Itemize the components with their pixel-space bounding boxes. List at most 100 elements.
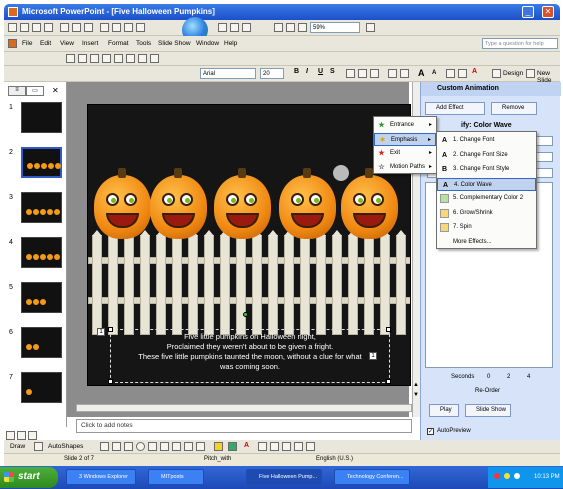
collapse-icon[interactable] <box>114 54 123 63</box>
save-icon[interactable] <box>32 23 41 32</box>
arrow-icon[interactable] <box>112 442 121 451</box>
horizontal-scrollbar[interactable] <box>76 404 412 412</box>
slide-show-button[interactable]: Slide Show <box>465 404 511 417</box>
print-preview-icon[interactable] <box>72 23 81 32</box>
clipart-icon[interactable] <box>184 442 193 451</box>
slide-sorter-icon[interactable] <box>17 431 26 440</box>
italic-button[interactable]: I <box>306 68 308 75</box>
remove-button[interactable]: Remove <box>491 102 537 115</box>
add-effect-button[interactable]: Add Effect <box>425 102 485 115</box>
tray-icon-2[interactable] <box>504 473 510 479</box>
line-icon[interactable] <box>100 442 109 451</box>
increase-font-icon[interactable]: A <box>418 68 425 78</box>
menu-slide-show[interactable]: Slide Show <box>158 40 191 47</box>
animation-tag-right[interactable]: 1 <box>369 352 377 360</box>
color-grayscale-icon[interactable] <box>298 23 307 32</box>
demote-icon[interactable] <box>78 54 87 63</box>
textbox-icon[interactable] <box>148 442 157 451</box>
taskbar-item-powerpoint[interactable]: Five Halloween Pump... <box>246 469 322 485</box>
align-center-icon[interactable] <box>358 69 367 78</box>
oval-icon[interactable] <box>136 442 145 451</box>
taskbar-item-explorer[interactable]: 3 Windows Explorer <box>66 469 136 485</box>
insert-chart-icon[interactable] <box>218 23 227 32</box>
emphasis-option[interactable]: A 1. Change Font <box>437 134 536 147</box>
play-button[interactable]: Play <box>429 404 459 417</box>
close-pane-icon[interactable]: ✕ <box>52 86 59 95</box>
underline-button[interactable]: U <box>318 68 323 75</box>
line-style-icon[interactable] <box>258 442 267 451</box>
move-up-icon[interactable] <box>90 54 99 63</box>
print-icon[interactable] <box>60 23 69 32</box>
emphasis-option[interactable]: 7. Spin <box>437 221 536 234</box>
next-slide-icon[interactable]: ▼ <box>413 392 420 400</box>
taskbar-item-mitposts[interactable]: MITposts <box>148 469 204 485</box>
taskbar-item-conference[interactable]: Technology Conferen... <box>334 469 410 485</box>
tray-icon-3[interactable] <box>514 473 520 479</box>
emphasis-option[interactable]: More Effects... <box>437 236 536 249</box>
summary-slide-icon[interactable] <box>138 54 147 63</box>
poem-text-box[interactable]: Five little pumpkins on Halloween night,… <box>97 327 391 384</box>
slide-thumbnail[interactable] <box>21 102 62 133</box>
picture-icon[interactable] <box>196 442 205 451</box>
slide-thumbnail[interactable] <box>21 282 62 313</box>
resize-handle-br[interactable] <box>386 379 391 384</box>
insert-table-icon[interactable] <box>230 23 239 32</box>
show-formatting-outline-icon[interactable] <box>150 54 159 63</box>
tables-borders-icon[interactable] <box>242 23 251 32</box>
slide-show-view-icon[interactable] <box>28 431 37 440</box>
rectangle-icon[interactable] <box>124 442 133 451</box>
menu-window[interactable]: Window <box>196 40 219 47</box>
effect-type-emphasis[interactable]: ✶ Emphasis ▸ <box>374 133 436 146</box>
draw-menu[interactable]: Draw <box>10 443 25 450</box>
promote-icon[interactable] <box>66 54 75 63</box>
tab-slides[interactable]: ▭ <box>26 86 44 96</box>
menu-help[interactable]: Help <box>224 40 237 47</box>
close-button[interactable]: ✕ <box>542 6 554 18</box>
arrow-style-icon[interactable] <box>282 442 291 451</box>
design-button[interactable]: Design <box>503 70 523 77</box>
align-left-icon[interactable] <box>346 69 355 78</box>
line-color-icon[interactable] <box>228 442 237 451</box>
increase-indent-icon[interactable] <box>458 69 467 78</box>
new-icon[interactable] <box>8 23 17 32</box>
spelling-icon[interactable] <box>84 23 93 32</box>
email-icon[interactable] <box>44 23 53 32</box>
tab-outline[interactable]: ≡ <box>8 86 26 96</box>
menu-format[interactable]: Format <box>108 40 129 47</box>
autoshapes-menu[interactable]: AutoShapes <box>48 443 83 450</box>
copy-icon[interactable] <box>112 23 121 32</box>
help-search-input[interactable]: Type a question for help <box>482 38 558 49</box>
help-icon[interactable] <box>366 23 375 32</box>
resize-handle-tl[interactable] <box>108 327 113 332</box>
normal-view-icon[interactable] <box>6 431 15 440</box>
align-right-icon[interactable] <box>370 69 379 78</box>
font-color-icon[interactable]: A <box>472 68 477 75</box>
emphasis-option[interactable]: A 4. Color Wave <box>437 177 536 191</box>
animation-tag-left[interactable]: 1 <box>97 328 105 336</box>
show-formatting-icon[interactable] <box>274 23 283 32</box>
cut-icon[interactable] <box>100 23 109 32</box>
menu-insert[interactable]: Insert <box>82 40 98 47</box>
menu-file[interactable]: File <box>22 40 32 47</box>
shadow-style-icon[interactable] <box>294 442 303 451</box>
bullets-icon[interactable] <box>400 69 409 78</box>
seconds-label[interactable]: Seconds <box>451 374 474 380</box>
decrease-font-icon[interactable]: A <box>432 70 436 76</box>
powerpoint-app-icon[interactable] <box>8 7 18 17</box>
resize-handle-tr[interactable] <box>386 327 391 332</box>
emphasis-option[interactable]: B 3. Change Font Style <box>437 163 536 176</box>
menu-tools[interactable]: Tools <box>136 40 151 47</box>
font-size-select[interactable]: 20 <box>260 68 284 79</box>
slide-thumbnail[interactable] <box>21 372 62 403</box>
move-down-icon[interactable] <box>102 54 111 63</box>
effect-type-exit[interactable]: ★ Exit ▸ <box>374 147 436 160</box>
numbering-icon[interactable] <box>388 69 397 78</box>
wordart-icon[interactable] <box>160 442 169 451</box>
emphasis-option[interactable]: 5. Complementary Color 2 <box>437 192 536 205</box>
slide-thumbnail[interactable] <box>21 192 62 223</box>
shadow-button[interactable]: S <box>330 68 335 75</box>
grid-icon[interactable] <box>286 23 295 32</box>
minimize-button[interactable]: _ <box>522 6 534 18</box>
effect-type-entrance[interactable]: ★ Entrance ▸ <box>374 119 436 132</box>
slide-thumbnail[interactable] <box>21 147 62 178</box>
